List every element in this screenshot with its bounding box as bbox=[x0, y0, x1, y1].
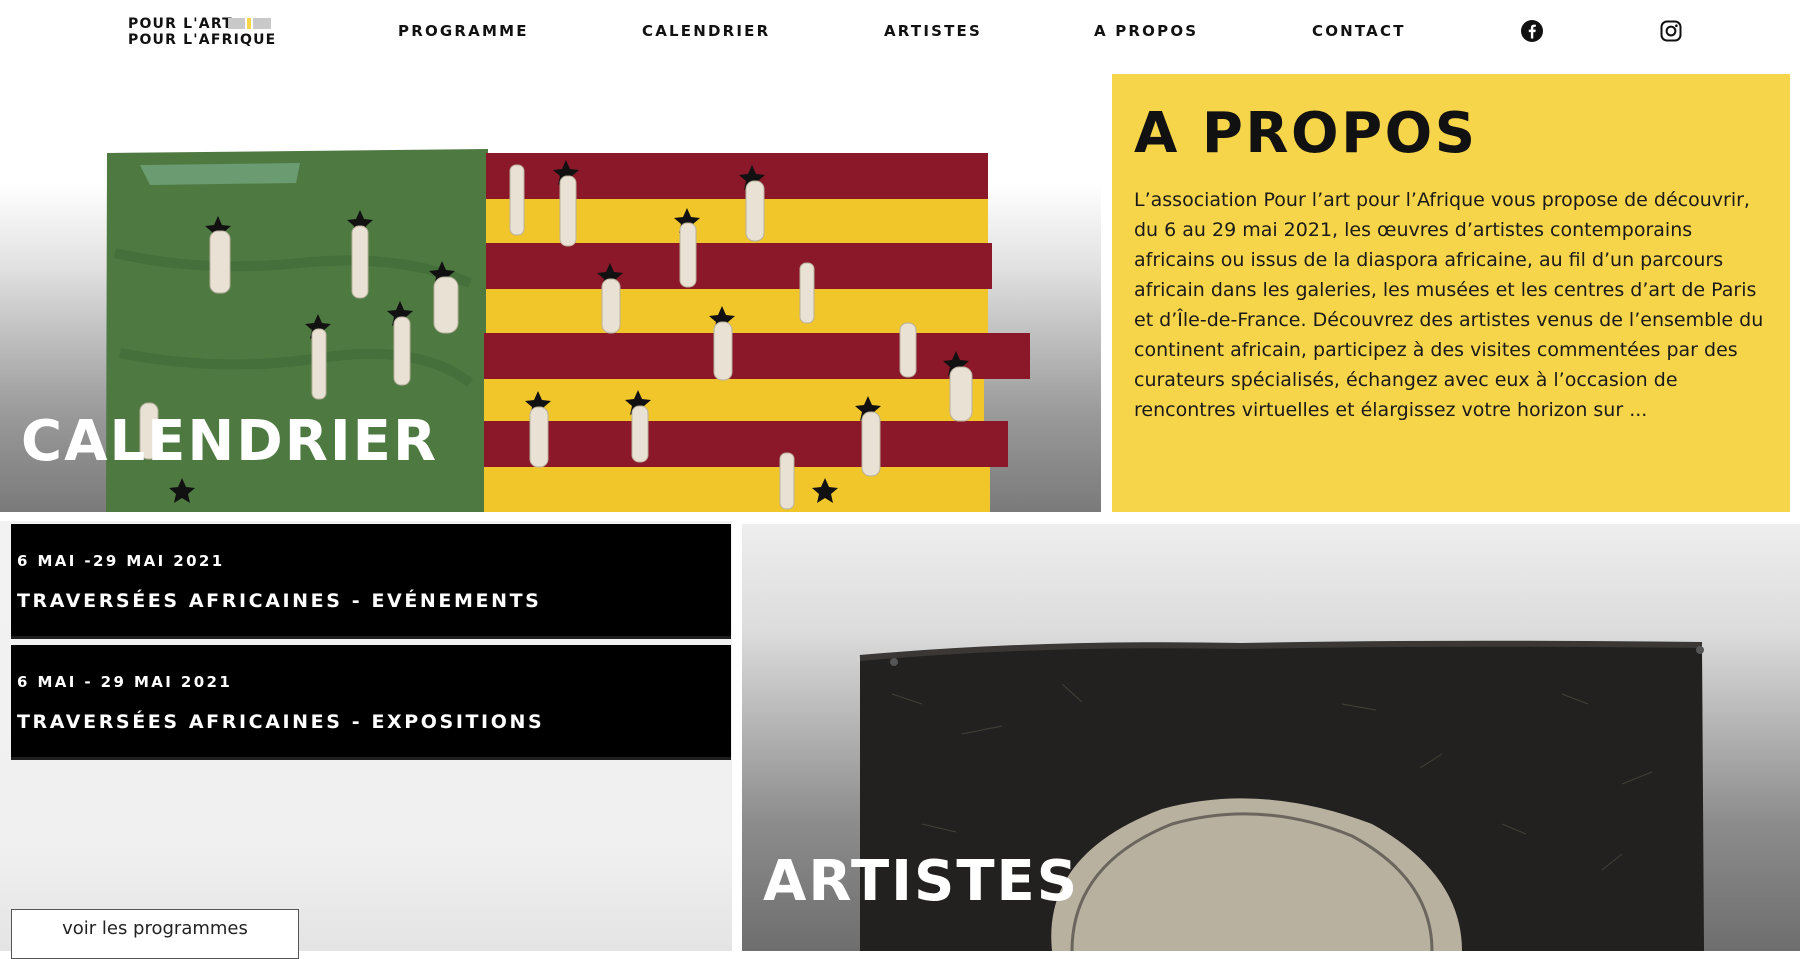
facebook-icon[interactable] bbox=[1520, 19, 1544, 43]
instagram-icon[interactable] bbox=[1659, 19, 1683, 43]
about-title[interactable]: A PROPOS bbox=[1134, 102, 1768, 166]
calendar-hero-title[interactable]: CALENDRIER bbox=[21, 412, 438, 472]
nav-artistes[interactable]: ARTISTES bbox=[884, 22, 982, 42]
site-header: POUR L'ART POUR L'AFRIQUE PROGRAMME CALE… bbox=[0, 0, 1800, 64]
see-programmes-button[interactable]: voir les programmes bbox=[11, 909, 299, 959]
artists-hero[interactable]: ARTISTES bbox=[742, 524, 1800, 951]
event-title: TRAVERSÉES AFRICAINES - EVÉNEMENTS bbox=[17, 590, 542, 612]
nav-programme[interactable]: PROGRAMME bbox=[398, 22, 529, 42]
nav-a-propos[interactable]: A PROPOS bbox=[1094, 22, 1198, 42]
site-logo[interactable]: POUR L'ART POUR L'AFRIQUE bbox=[128, 16, 277, 50]
about-panel: A PROPOS L’association Pour l’art pour l… bbox=[1112, 74, 1790, 512]
about-text: L’association Pour l’art pour l’Afrique … bbox=[1134, 189, 1764, 421]
artists-hero-title[interactable]: ARTISTES bbox=[763, 852, 1079, 912]
event-card[interactable]: 6 MAI - 29 MAI 2021 TRAVERSÉES AFRICAINE… bbox=[11, 645, 731, 760]
logo-mark bbox=[228, 18, 272, 29]
event-date: 6 MAI -29 MAI 2021 bbox=[17, 552, 225, 570]
event-card[interactable]: 6 MAI -29 MAI 2021 TRAVERSÉES AFRICAINES… bbox=[11, 524, 731, 639]
nav-contact[interactable]: CONTACT bbox=[1312, 22, 1406, 42]
logo-line-2: POUR L'AFRIQUE bbox=[128, 32, 277, 48]
event-title: TRAVERSÉES AFRICAINES - EXPOSITIONS bbox=[17, 711, 545, 733]
calendar-hero[interactable]: CALENDRIER bbox=[0, 73, 1101, 512]
event-date: 6 MAI - 29 MAI 2021 bbox=[17, 673, 233, 691]
nav-calendrier[interactable]: CALENDRIER bbox=[642, 22, 770, 42]
